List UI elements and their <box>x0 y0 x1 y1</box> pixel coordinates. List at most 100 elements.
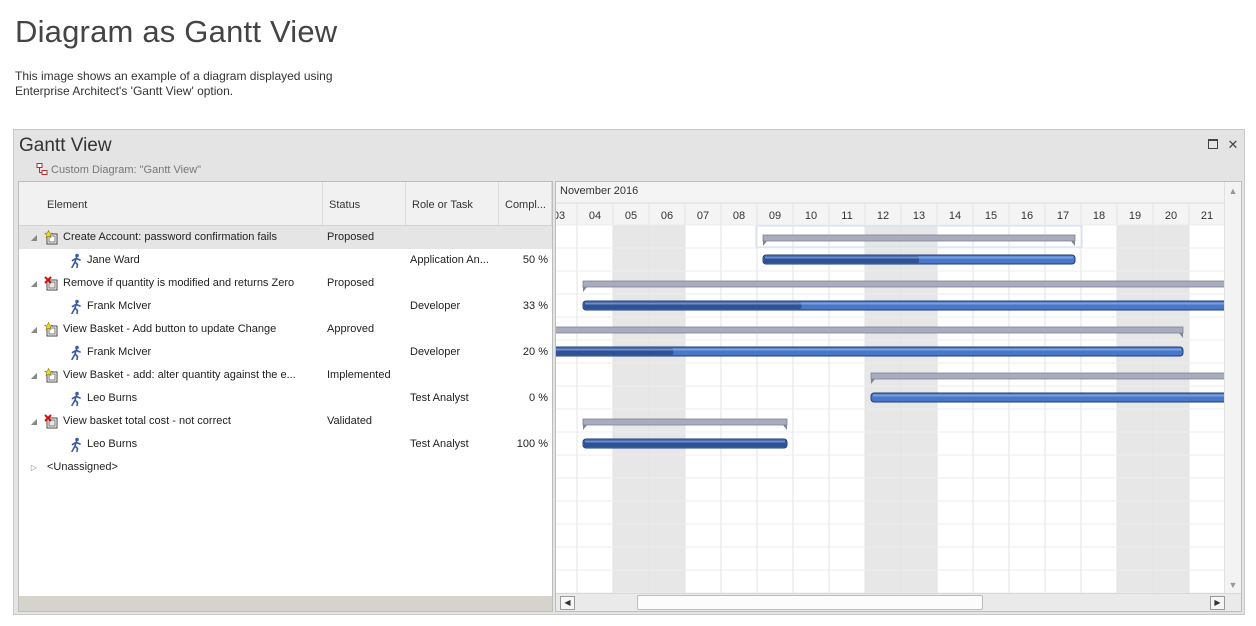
element-row[interactable]: ◢ View basket total cost - not correct Val… <box>19 410 552 433</box>
element-name: View basket total cost - not correct <box>63 415 231 427</box>
summary-bar <box>762 234 1076 242</box>
day-label: 06 <box>661 210 673 222</box>
actor-icon <box>71 253 81 268</box>
complete-cell: 50 % <box>522 254 548 266</box>
resource-row[interactable]: Leo Burns Test Analyst 0 % <box>19 387 552 410</box>
element-name: Create Account: password confirmation fa… <box>63 231 277 243</box>
complete-cell <box>499 272 552 295</box>
complete-cell: 0 % <box>529 392 548 404</box>
role-cell: Application An... <box>410 254 489 266</box>
role-cell <box>410 226 497 249</box>
column-header-status[interactable]: Status <box>323 182 406 225</box>
collapse-icon[interactable]: ◢ <box>29 318 39 341</box>
weekend-column <box>649 225 685 595</box>
day-label: 20 <box>1165 210 1177 222</box>
requirement-icon <box>44 322 58 337</box>
scroll-right-icon[interactable]: ▶ <box>1210 596 1225 610</box>
complete-cell <box>499 226 552 249</box>
element-row[interactable]: ◢ View Basket - Add button to update Chan… <box>19 318 552 341</box>
element-name: View Basket - add: alter quantity agains… <box>63 369 296 381</box>
unassigned-row[interactable]: ▷ <Unassigned> <box>19 456 552 479</box>
element-name: Remove if quantity is modified and retur… <box>63 277 295 289</box>
role-cell: Developer <box>410 300 461 312</box>
column-header-complete[interactable]: Compl... <box>499 182 552 225</box>
collapse-icon[interactable]: ◢ <box>29 364 39 387</box>
complete-cell: 33 % <box>522 300 548 312</box>
grid-footer <box>19 596 552 611</box>
gantt-view-window: Gantt View ✕ Custom Diagram: "Gantt View… <box>13 129 1245 615</box>
close-icon[interactable]: ✕ <box>1226 138 1240 152</box>
issue-icon <box>44 276 58 291</box>
diagram-subtitle: Custom Diagram: "Gantt View" <box>36 163 201 176</box>
maximize-icon[interactable] <box>1206 138 1220 152</box>
subtitle-text: Custom Diagram: "Gantt View" <box>51 164 202 176</box>
requirement-icon <box>44 230 58 245</box>
role-cell <box>410 364 497 387</box>
weekend-column <box>613 225 649 595</box>
window-title: Gantt View <box>19 135 112 156</box>
day-label: 17 <box>1057 210 1069 222</box>
summary-bar <box>582 280 1225 288</box>
day-label: 08 <box>733 210 745 222</box>
diagram-icon <box>36 163 48 175</box>
summary-start-marker <box>763 241 767 246</box>
scroll-left-icon[interactable]: ◀ <box>560 596 575 610</box>
summary-end-marker <box>783 425 787 430</box>
actor-icon <box>71 391 81 406</box>
resource-row[interactable]: Frank McIver Developer 20 % <box>19 341 552 364</box>
role-cell: Test Analyst <box>410 438 469 450</box>
element-row[interactable]: ◢ View Basket - add: alter quantity again… <box>19 364 552 387</box>
summary-end-marker <box>1071 241 1075 246</box>
resource-row[interactable]: Jane Ward Application An... 50 % <box>19 249 552 272</box>
role-cell <box>410 318 497 341</box>
element-grid: Element Status Role or Task Compl... ◢ Cr… <box>18 181 553 612</box>
weekend-column <box>1117 225 1153 595</box>
day-label: 07 <box>697 210 709 222</box>
day-label: 16 <box>1021 210 1033 222</box>
month-label: November 2016 <box>560 185 639 197</box>
vertical-scrollbar[interactable]: ▲ ▼ <box>1224 182 1241 595</box>
status-cell: Approved <box>327 323 375 335</box>
resource-row[interactable]: Leo Burns Test Analyst 100 % <box>19 433 552 456</box>
status-cell <box>327 249 405 272</box>
resource-row[interactable]: Frank McIver Developer 33 % <box>19 295 552 318</box>
gantt-chart: 03 04 05 06 07 08 09 10 11 12 13 14 15 16 17 18 19 20 21 N… <box>555 181 1242 612</box>
weekend-column <box>901 225 937 595</box>
complete-cell <box>499 318 552 341</box>
horizontal-scrollbar[interactable]: ◀ ▶ <box>556 593 1241 611</box>
weekend-column <box>1153 225 1189 595</box>
expand-icon[interactable]: ▷ <box>29 456 39 479</box>
weekend-column <box>865 225 901 595</box>
day-label: 18 <box>1093 210 1105 222</box>
scroll-down-icon[interactable]: ▼ <box>1227 580 1239 590</box>
day-label: 09 <box>769 210 781 222</box>
issue-icon <box>44 414 58 429</box>
page-description: This image shows an example of a diagram… <box>15 69 333 98</box>
horizontal-scroll-thumb[interactable] <box>637 595 983 610</box>
status-cell <box>327 341 405 364</box>
day-label: 10 <box>805 210 817 222</box>
status-cell: Proposed <box>327 277 375 289</box>
resource-name: Frank McIver <box>87 346 152 358</box>
complete-cell: 20 % <box>522 346 548 358</box>
role-cell <box>410 272 497 295</box>
summary-bar <box>870 372 1225 380</box>
complete-cell <box>499 364 552 387</box>
column-header-role[interactable]: Role or Task <box>406 182 499 225</box>
collapse-icon[interactable]: ◢ <box>29 226 39 249</box>
status-cell: Validated <box>327 415 373 427</box>
column-header-element[interactable]: Element <box>19 182 323 225</box>
collapse-icon[interactable]: ◢ <box>29 410 39 433</box>
summary-start-marker <box>583 287 587 292</box>
status-cell: Implemented <box>327 369 391 381</box>
day-label: 04 <box>589 210 601 222</box>
element-row[interactable]: ◢ Remove if quantity is modified and retu… <box>19 272 552 295</box>
actor-icon <box>71 437 81 452</box>
scroll-up-icon[interactable]: ▲ <box>1227 186 1239 196</box>
summary-bar <box>556 326 1184 334</box>
status-cell <box>327 387 405 410</box>
requirement-icon <box>44 368 58 383</box>
collapse-icon[interactable]: ◢ <box>29 272 39 295</box>
element-row[interactable]: ◢ Create Account: password confirmation f… <box>19 226 552 249</box>
resource-name: Leo Burns <box>87 438 138 450</box>
